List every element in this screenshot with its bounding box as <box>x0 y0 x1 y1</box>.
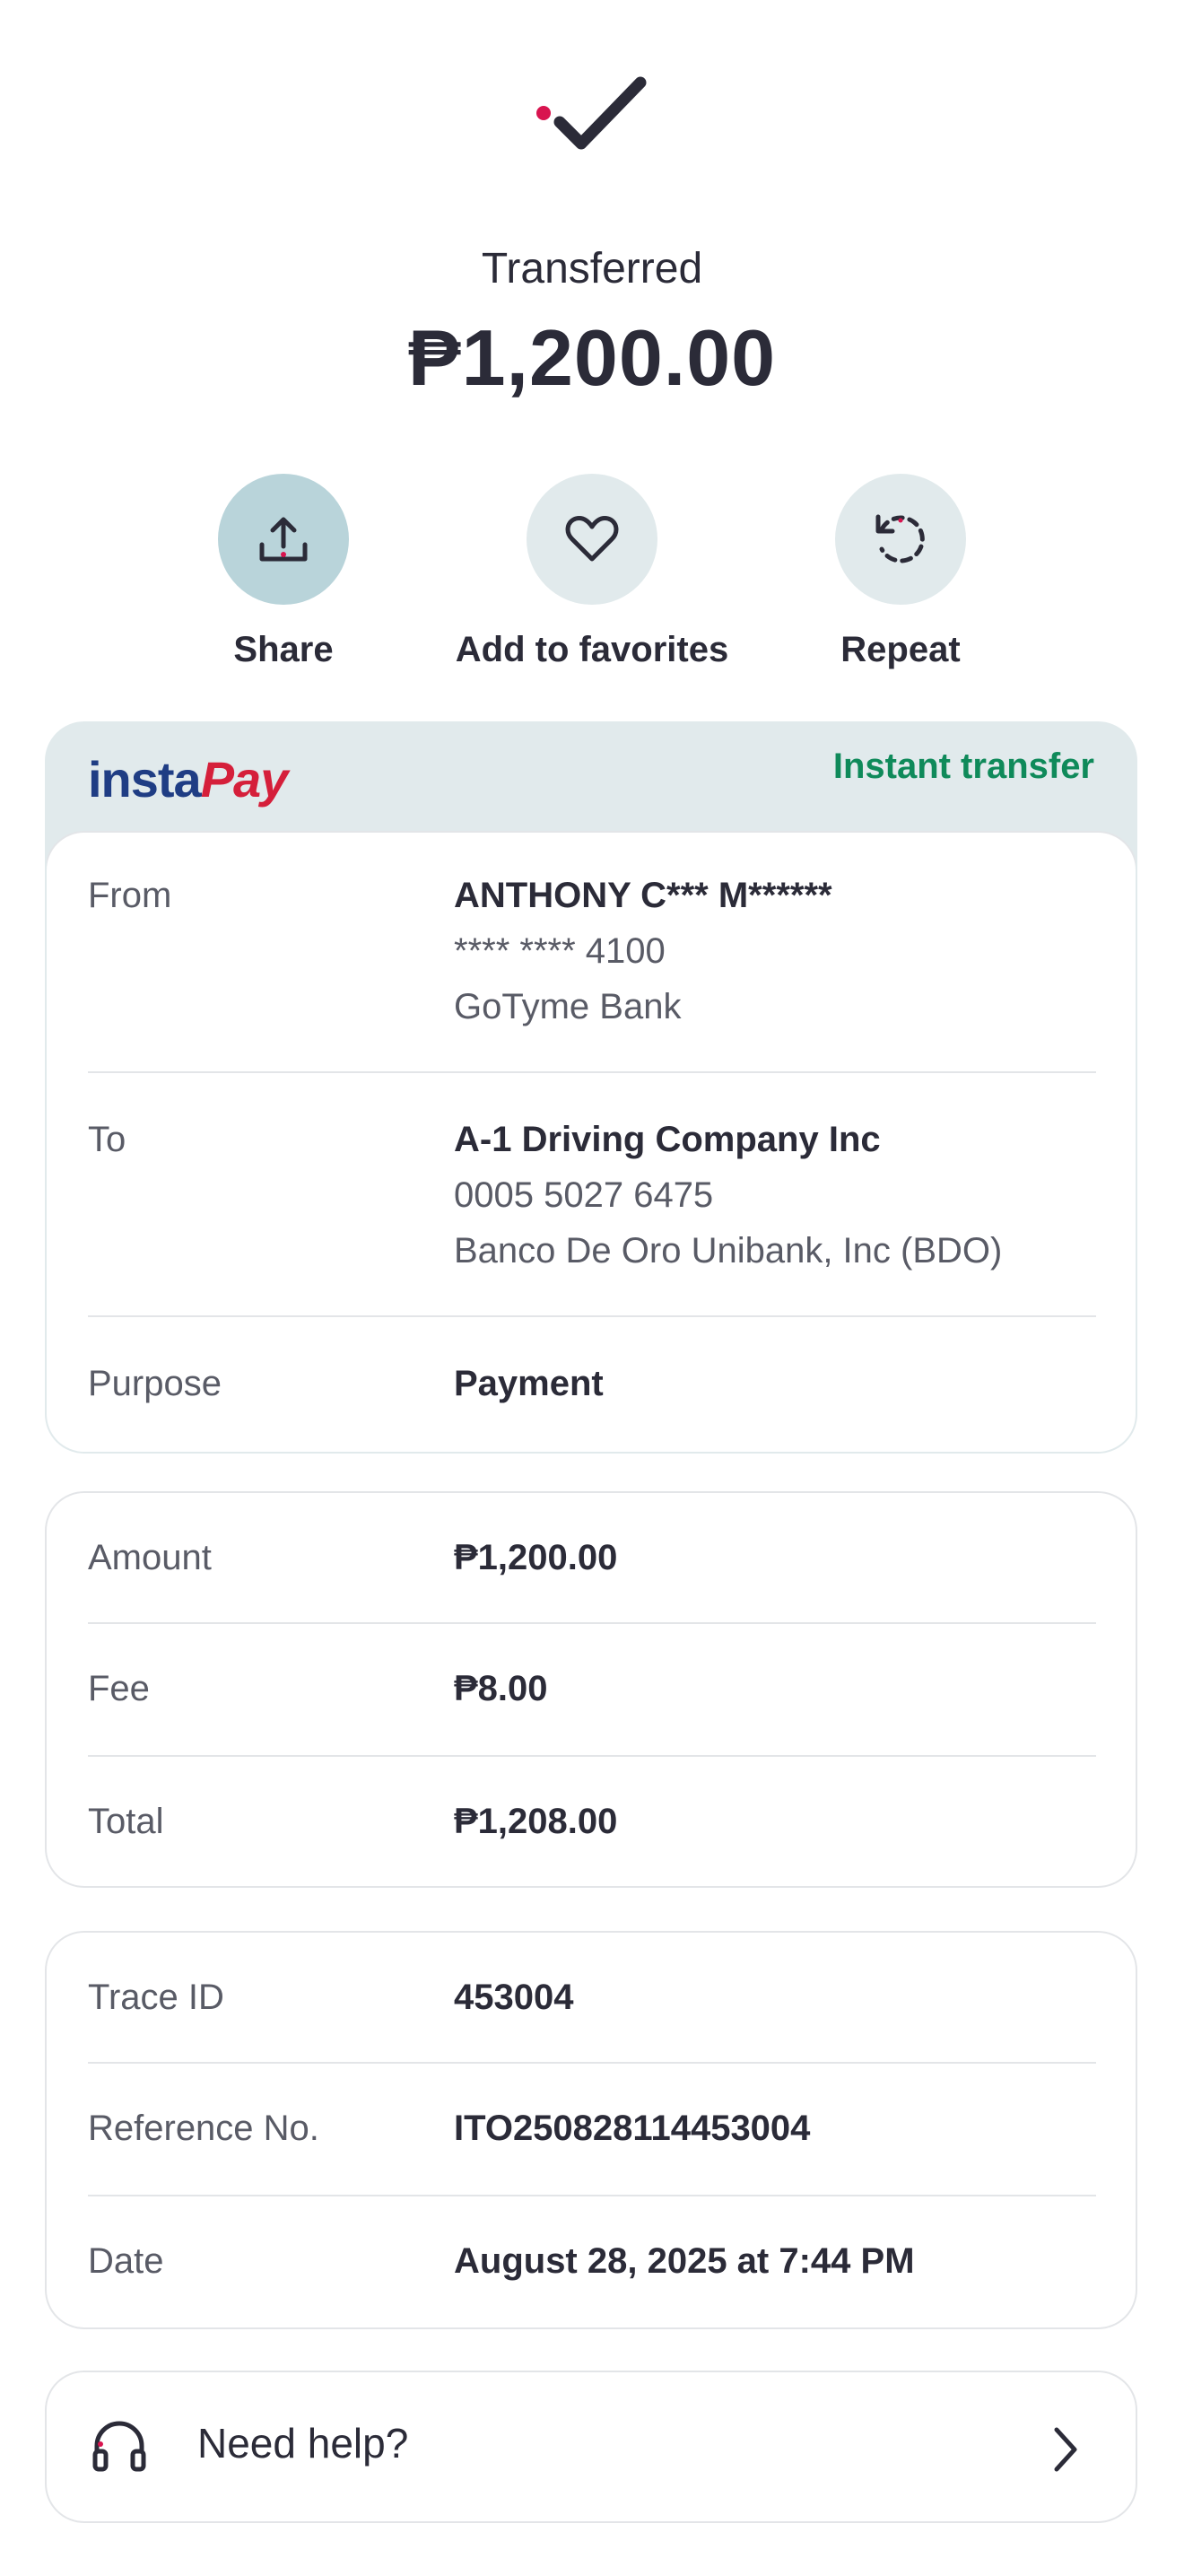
repeat-button[interactable]: Repeat <box>739 474 1062 670</box>
share-icon <box>218 474 349 605</box>
headset-icon <box>90 2417 149 2476</box>
repeat-icon <box>835 474 966 605</box>
divider <box>88 1315 1096 1317</box>
need-help-button[interactable]: Need help? <box>45 2371 1137 2523</box>
purpose-label: Purpose <box>88 1364 222 1403</box>
fee-value: ₱8.00 <box>454 1669 548 1708</box>
transaction-reference-card: Trace ID 453004 Reference No. ITO2508281… <box>45 1931 1137 2329</box>
divider <box>88 2195 1096 2196</box>
success-check-icon <box>529 63 655 170</box>
divider <box>88 1622 1096 1624</box>
share-button[interactable]: Share <box>122 474 445 670</box>
sender-account: **** **** 4100 <box>454 931 666 971</box>
transfer-details-card: instaPay Instant transfer From ANTHONY C… <box>45 721 1137 1454</box>
recipient-account: 0005 5027 6475 <box>454 1175 714 1215</box>
heart-icon <box>527 474 657 605</box>
sender-name: ANTHONY C*** M****** <box>454 876 832 915</box>
transferred-amount: ₱1,200.00 <box>407 313 777 402</box>
divider <box>88 1755 1096 1757</box>
recipient-bank: Banco De Oro Unibank, Inc (BDO) <box>454 1231 1003 1271</box>
reference-label: Reference No. <box>88 2109 319 2148</box>
from-label: From <box>88 876 172 915</box>
trace-id-value: 453004 <box>454 1978 574 2017</box>
total-label: Total <box>88 1802 164 1841</box>
fee-label: Fee <box>88 1669 150 1708</box>
divider <box>88 1071 1096 1073</box>
need-help-label: Need help? <box>197 2420 409 2467</box>
instapay-logo: instaPay <box>88 751 288 808</box>
to-label: To <box>88 1120 126 1159</box>
repeat-label: Repeat <box>840 630 961 669</box>
amount-value: ₱1,200.00 <box>454 1538 618 1577</box>
amount-summary-card: Amount ₱1,200.00 Fee ₱8.00 Total ₱1,208.… <box>45 1491 1137 1888</box>
divider <box>88 2062 1096 2064</box>
sender-bank: GoTyme Bank <box>454 987 682 1026</box>
amount-label: Amount <box>88 1538 212 1577</box>
chevron-right-icon <box>1048 2423 1084 2476</box>
status-label: Transferred <box>481 245 703 293</box>
purpose-value: Payment <box>454 1364 604 1403</box>
recipient-name: A-1 Driving Company Inc <box>454 1120 881 1159</box>
total-value: ₱1,208.00 <box>454 1802 618 1841</box>
trace-id-label: Trace ID <box>88 1978 224 2017</box>
date-value: August 28, 2025 at 7:44 PM <box>454 2241 915 2281</box>
add-to-favorites-button[interactable]: Add to favorites <box>431 474 753 670</box>
share-label: Share <box>233 630 334 669</box>
instant-transfer-badge: Instant transfer <box>832 747 1094 786</box>
reference-value: ITO250828114453004 <box>454 2109 811 2148</box>
transfer-details-body: From ANTHONY C*** M****** **** **** 4100… <box>47 831 1136 1452</box>
date-label: Date <box>88 2241 164 2281</box>
add-to-favorites-label: Add to favorites <box>455 630 729 669</box>
